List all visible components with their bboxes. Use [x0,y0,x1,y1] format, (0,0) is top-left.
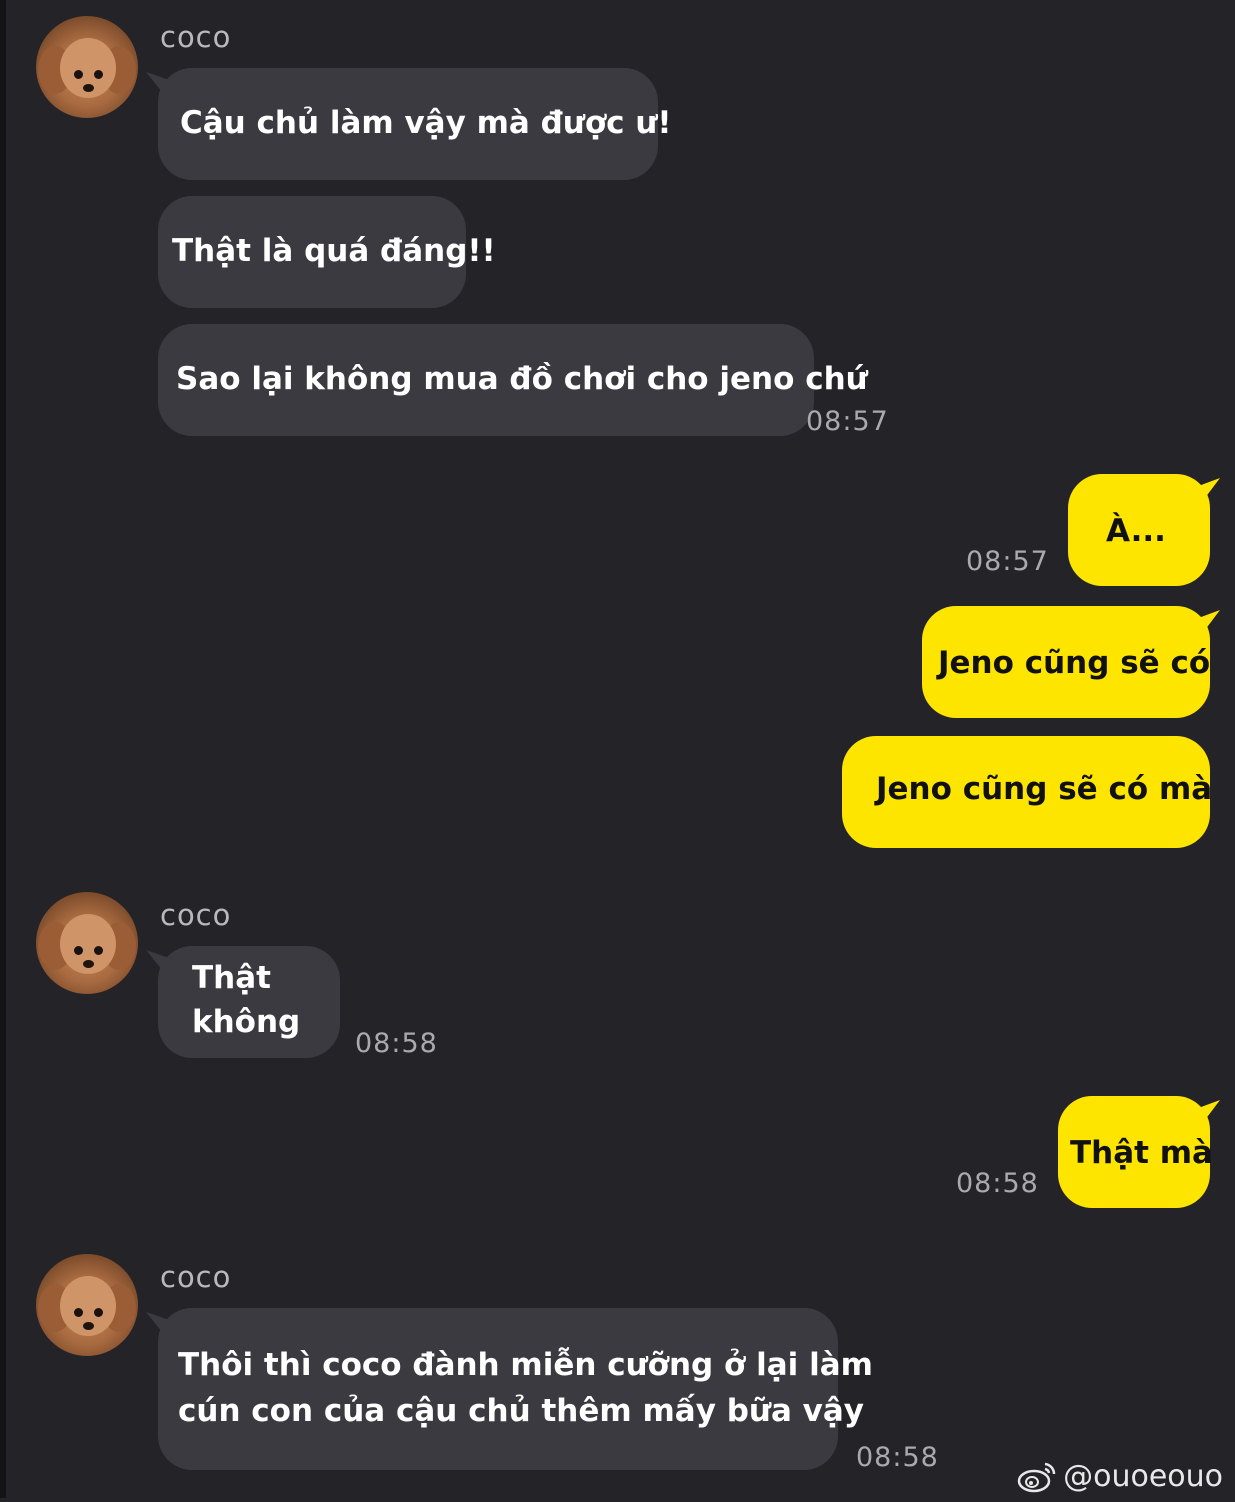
message-text: À... [1106,513,1166,549]
message-bubble[interactable]: Thật không [158,946,340,1058]
message-bubble[interactable]: Sao lại không mua đồ chơi cho jeno chứ [158,324,868,436]
watermark: @ouoeouo [1017,1459,1223,1494]
avatar[interactable] [36,892,138,994]
sender-name: coco [160,898,232,932]
message-time: 08:58 [856,1442,939,1473]
avatar[interactable] [36,1254,138,1356]
message-text: Thôi thì coco đành miễn cưỡng ở lại làm … [178,1347,873,1429]
message-text: Thật mà [1070,1135,1213,1171]
message-text: Thật không [192,960,301,1040]
sender-name: coco [160,1260,232,1294]
sender-name: coco [160,20,232,54]
message-bubble[interactable]: Thật là quá đáng!! [158,196,496,308]
message-bubble[interactable]: Jeno cũng sẽ có [922,606,1210,718]
window-edge [0,0,6,1498]
message-text: Cậu chủ làm vậy mà được ư! [180,105,672,141]
message-text: Jeno cũng sẽ có [938,645,1211,681]
message-time: 08:58 [355,1028,438,1059]
watermark-text: @ouoeouo [1063,1459,1223,1494]
message-bubble[interactable]: Cậu chủ làm vậy mà được ư! [158,68,672,180]
message-time: 08:57 [966,546,1049,577]
chat-window: coco Cậu chủ làm vậy mà được ư! Thật là … [0,0,1235,1498]
message-text: Jeno cũng sẽ có mà [876,771,1213,807]
message-bubble[interactable]: Thật mà [1058,1096,1213,1208]
message-time: 08:57 [806,406,889,437]
message-text: Sao lại không mua đồ chơi cho jeno chứ [176,361,868,397]
weibo-icon [1017,1460,1057,1494]
message-bubble[interactable]: Thôi thì coco đành miễn cưỡng ở lại làm … [158,1308,873,1470]
message-text: Thật là quá đáng!! [172,233,496,269]
message-time: 08:58 [956,1168,1039,1199]
avatar[interactable] [36,16,138,118]
message-bubble[interactable]: À... [1068,474,1210,586]
message-bubble[interactable]: Jeno cũng sẽ có mà [842,736,1213,848]
